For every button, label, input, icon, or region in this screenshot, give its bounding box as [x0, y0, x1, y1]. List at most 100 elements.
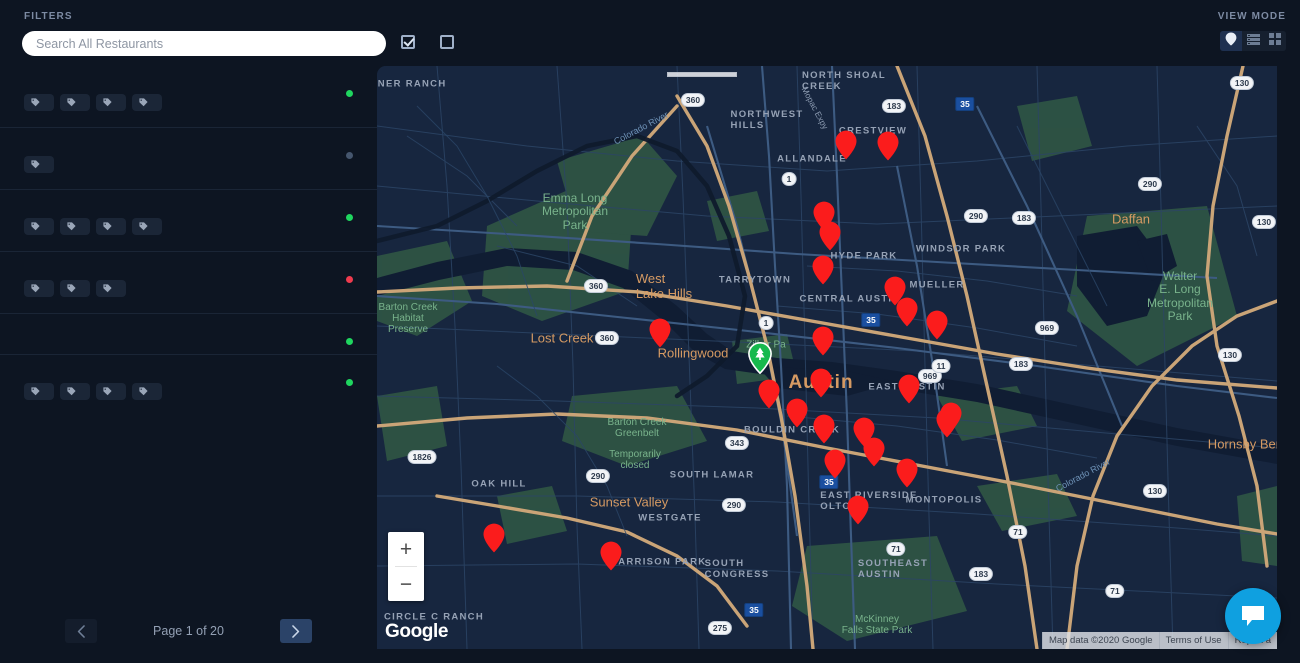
restaurant-tag[interactable] [96, 383, 126, 400]
tag-icon [67, 387, 76, 396]
view-mode-map-view[interactable] [1220, 31, 1242, 51]
view-mode-list-view[interactable] [1242, 31, 1264, 51]
map-marker-restaurant[interactable] [812, 326, 834, 361]
status-indicator-dot [346, 214, 353, 221]
restaurant-tag[interactable] [60, 218, 90, 235]
status-indicator-dot [346, 338, 353, 345]
map-marker-restaurant[interactable] [898, 374, 920, 409]
park-marker-icon [748, 341, 772, 375]
tag-icon [31, 284, 40, 293]
tag-icon [67, 98, 76, 107]
restaurant-tag[interactable] [60, 280, 90, 297]
restaurant-tag[interactable] [24, 156, 54, 173]
map-marker-restaurant[interactable] [877, 131, 899, 166]
map-marker-restaurant[interactable] [896, 297, 918, 332]
restaurant-tag[interactable] [24, 383, 54, 400]
chat-bubble-icon [1242, 606, 1264, 626]
map-marker-restaurant[interactable] [896, 458, 918, 493]
map-marker-restaurant[interactable] [940, 402, 962, 437]
map-marker-restaurant[interactable] [835, 130, 857, 165]
tag-icon [67, 284, 76, 293]
restaurant-marker-icon [649, 318, 671, 348]
restaurant-marker-icon [812, 326, 834, 356]
attribution-item[interactable]: Terms of Use [1158, 632, 1228, 649]
map-marker-restaurant[interactable] [819, 221, 841, 256]
pagination-next-button[interactable] [279, 619, 312, 643]
attribution-item: Map data ©2020 Google [1041, 632, 1159, 649]
restaurant-tag[interactable] [96, 94, 126, 111]
view-mode-label: VIEW MODE [1217, 11, 1286, 22]
restaurant-tag[interactable] [60, 94, 90, 111]
tag-icon [139, 222, 148, 231]
restaurant-tag[interactable] [60, 383, 90, 400]
restaurant-marker-icon [863, 437, 885, 467]
restaurant-tag[interactable] [96, 218, 126, 235]
chevron-right-icon [292, 624, 300, 638]
map-marker-restaurant[interactable] [812, 255, 834, 290]
map-panel[interactable]: STEINER RANCHNORTHWESTHILLSNORTH SHOALCR… [377, 66, 1277, 649]
map-marker-restaurant[interactable] [649, 318, 671, 353]
restaurant-tag-list [24, 94, 353, 111]
zoom-out-button[interactable]: − [388, 567, 424, 601]
restaurant-sidebar[interactable]: Page 1 of 20 [0, 66, 377, 663]
map-marker-restaurant[interactable] [813, 414, 835, 449]
restaurant-list-item[interactable] [0, 314, 377, 355]
restaurant-list-item[interactable] [0, 66, 377, 128]
map-scale-bar [667, 72, 737, 77]
restaurant-tag[interactable] [132, 218, 162, 235]
status-indicator-dot [346, 379, 353, 386]
map-marker-restaurant[interactable] [810, 368, 832, 403]
map-marker-restaurant[interactable] [758, 379, 780, 414]
map-marker-restaurant[interactable] [786, 398, 808, 433]
restaurant-tag-list [24, 383, 353, 400]
filter-checkbox-row [401, 35, 462, 49]
view-mode-grid-view[interactable] [1264, 31, 1286, 51]
map-marker-restaurant[interactable] [926, 310, 948, 345]
map-marker-park[interactable] [748, 341, 772, 379]
search-input[interactable] [22, 31, 386, 56]
tag-icon [31, 98, 40, 107]
filter-checkbox-takeout-delivery[interactable] [401, 35, 423, 49]
restaurant-tag[interactable] [96, 280, 126, 297]
restaurant-marker-icon [483, 523, 505, 553]
tag-icon [31, 387, 40, 396]
search-container [22, 31, 386, 56]
restaurant-marker-icon [896, 297, 918, 327]
restaurant-tag[interactable] [24, 218, 54, 235]
restaurant-list-item[interactable] [0, 128, 377, 190]
restaurant-tag[interactable] [24, 94, 54, 111]
restaurant-marker-icon [812, 255, 834, 285]
restaurant-list-item[interactable] [0, 190, 377, 252]
restaurant-marker-icon [847, 495, 869, 525]
map-marker-restaurant[interactable] [483, 523, 505, 558]
restaurant-tag-list [24, 218, 353, 235]
status-indicator-dot [346, 90, 353, 97]
chat-widget-button[interactable] [1225, 588, 1281, 644]
restaurant-list-item[interactable] [0, 355, 377, 416]
restaurant-marker-icon [896, 458, 918, 488]
checkbox-box[interactable] [401, 35, 415, 49]
tag-icon [139, 98, 148, 107]
restaurant-list [0, 66, 377, 416]
map-marker-restaurant[interactable] [600, 541, 622, 576]
pagination-label: Page 1 of 20 [153, 624, 224, 638]
map-marker-restaurant[interactable] [824, 449, 846, 484]
restaurant-list-item[interactable] [0, 252, 377, 314]
tag-icon [139, 387, 148, 396]
map-pin-icon [1225, 32, 1237, 51]
tag-icon [67, 222, 76, 231]
restaurant-tag[interactable] [132, 383, 162, 400]
restaurant-tag[interactable] [24, 280, 54, 297]
restaurant-marker-icon [835, 130, 857, 160]
zoom-in-button[interactable]: + [388, 532, 424, 566]
restaurant-tag[interactable] [132, 94, 162, 111]
map-marker-restaurant[interactable] [847, 495, 869, 530]
restaurant-marker-icon [877, 131, 899, 161]
checkbox-box[interactable] [440, 35, 454, 49]
map-marker-restaurant[interactable] [863, 437, 885, 472]
filter-checkbox-open-now[interactable] [440, 35, 462, 49]
tag-icon [31, 222, 40, 231]
pagination-prev-button[interactable] [65, 619, 98, 643]
restaurant-marker-icon [940, 402, 962, 432]
google-logo: Google [385, 621, 449, 642]
